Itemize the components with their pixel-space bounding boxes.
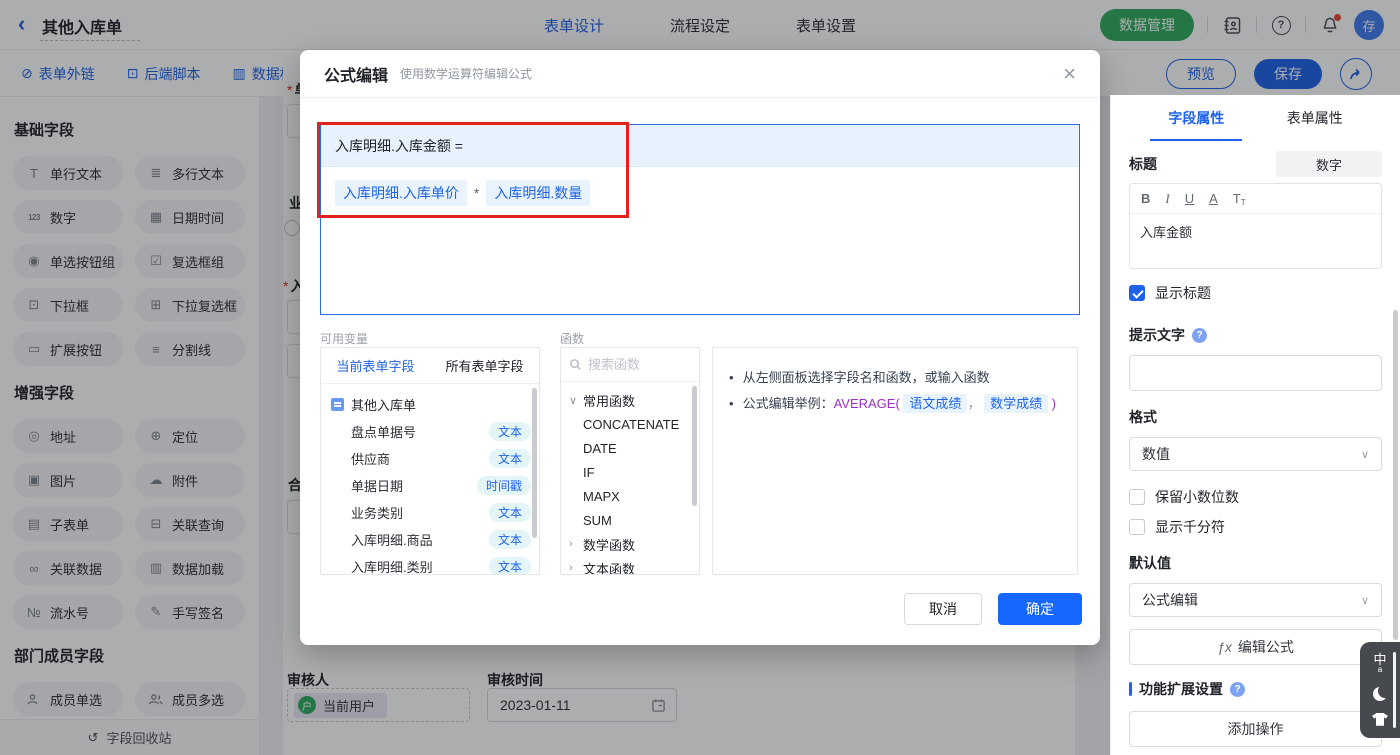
font-size-icon[interactable]: T	[1233, 191, 1246, 206]
form-doc-icon	[331, 398, 344, 411]
functions-section-label: 函数	[560, 332, 585, 346]
chevron-right-icon: ›	[569, 538, 573, 550]
function-group-math[interactable]: › 数学函数	[561, 532, 699, 556]
tab-form-properties[interactable]: 表单属性	[1287, 95, 1343, 141]
formula-edit-modal: 公式编辑 使用数学运算符编辑公式 × 入库明细.入库金额 = 入库明细.入库单价…	[300, 50, 1100, 645]
variables-section-label: 可用变量	[320, 332, 369, 346]
tip-line-2: • 公式编辑举例：AVERAGE( 语文成绩， 数学成绩 )	[729, 394, 1057, 413]
tips-panel: • 从左侧面板选择字段名和函数，或输入函数 • 公式编辑举例：AVERAGE( 语文…	[712, 347, 1078, 575]
tab-current-form-fields[interactable]: 当前表单字段	[321, 348, 430, 383]
field-type-tag[interactable]: 数字	[1276, 151, 1382, 177]
thousand-separator-checkbox[interactable]	[1129, 519, 1145, 535]
variable-row[interactable]: 业务类别 文本	[321, 499, 539, 526]
chevron-down-icon: ∨	[1360, 448, 1369, 461]
search-icon	[570, 359, 581, 370]
extension-settings-label: 功能扩展设置	[1139, 681, 1223, 697]
modal-subtitle: 使用数学运算符编辑公式	[400, 67, 533, 81]
title-value[interactable]: 入库金额	[1130, 214, 1381, 268]
function-group-text[interactable]: › 文本函数	[561, 556, 699, 575]
decimal-checkbox[interactable]	[1129, 489, 1145, 505]
section-accent-bar	[1129, 682, 1132, 696]
function-item[interactable]: DATE	[561, 436, 699, 460]
hint-text-input[interactable]	[1129, 355, 1382, 391]
variables-root-node[interactable]: 其他入库单	[321, 391, 539, 418]
scrollbar[interactable]	[532, 388, 537, 538]
variable-row[interactable]: 盘点单据号 文本	[321, 418, 539, 445]
type-badge: 文本	[488, 503, 531, 522]
modal-header: 公式编辑 使用数学运算符编辑公式 ×	[300, 50, 1100, 98]
edit-formula-button[interactable]: ƒx 编辑公式	[1129, 629, 1382, 665]
default-value-label: 默认值	[1129, 555, 1171, 571]
tab-all-form-fields[interactable]: 所有表单字段	[430, 348, 539, 383]
function-name-example: AVERAGE(	[833, 396, 900, 411]
hint-label: 提示文字	[1129, 327, 1185, 343]
type-badge: 文本	[488, 422, 531, 441]
formula-operator: *	[473, 185, 480, 201]
fx-icon: ƒx	[1217, 639, 1232, 655]
default-value-select[interactable]: 公式编辑 ∨	[1129, 583, 1382, 617]
variable-row[interactable]: 入库明细.类别 文本	[321, 553, 539, 574]
title-rich-editor[interactable]: B I U A T 入库金额	[1129, 183, 1382, 269]
theme-shirt-icon[interactable]	[1372, 712, 1388, 726]
function-item[interactable]: IF	[561, 460, 699, 484]
formula-editor[interactable]: 入库明细.入库金额 = 入库明细.入库单价 * 入库明细.数量	[320, 124, 1080, 315]
chevron-down-icon: ∨	[569, 394, 578, 407]
cancel-button[interactable]: 取消	[904, 593, 982, 625]
chevron-down-icon: ∨	[1360, 594, 1369, 607]
variables-panel: 当前表单字段 所有表单字段 其他入库单 盘点单据号 文本 供应商 文本 单据日期 时间…	[320, 347, 540, 575]
formula-lhs: 入库明细.入库金额 =	[321, 125, 1079, 167]
decimal-label: 保留小数位数	[1155, 489, 1239, 505]
underline-icon[interactable]: U	[1185, 191, 1194, 206]
format-select[interactable]: 数值 ∨	[1129, 437, 1382, 471]
properties-panel: 字段属性 表单属性 标题 数字 B I U A T 入库金额 显示标题	[1110, 95, 1400, 755]
add-action-button[interactable]: 添加操作	[1129, 711, 1382, 747]
type-badge: 时间戳	[476, 476, 531, 495]
modal-title: 公式编辑	[324, 67, 389, 85]
dark-mode-moon-icon[interactable]	[1373, 687, 1387, 701]
app-root: ‹ 其他入库单 表单设计 流程设定 表单设置 数据管理 ? 存 ⊘ 表单外链 ⊡…	[0, 0, 1400, 755]
type-badge: 文本	[488, 530, 531, 549]
tab-field-properties[interactable]: 字段属性	[1150, 95, 1243, 141]
type-badge: 文本	[488, 449, 531, 468]
function-group-common[interactable]: ∨ 常用函数	[561, 388, 699, 412]
variable-row[interactable]: 供应商 文本	[321, 445, 539, 472]
theme-float-widget: 中 a	[1360, 642, 1400, 738]
variable-row[interactable]: 单据日期 时间戳	[321, 472, 539, 499]
extension-help-icon[interactable]: ?	[1230, 681, 1245, 697]
bold-icon[interactable]: B	[1141, 191, 1150, 206]
thousand-separator-label: 显示千分符	[1155, 519, 1225, 535]
type-badge: 文本	[488, 557, 531, 574]
chevron-right-icon: ›	[569, 562, 573, 574]
function-item[interactable]: SUM	[561, 508, 699, 532]
function-item[interactable]: MAPX	[561, 484, 699, 508]
example-field-chip: 数学成绩	[984, 394, 1049, 413]
function-search-input[interactable]	[588, 357, 678, 372]
example-field-chip: 语文成绩	[903, 394, 968, 413]
functions-panel: ∨ 常用函数 CONCATENATE DATE IF MAPX SUM › 数学…	[560, 347, 700, 575]
editor-toolbar: B I U A T	[1130, 184, 1381, 214]
variable-row[interactable]: 入库明细.商品 文本	[321, 526, 539, 553]
tip-line-1: • 从左侧面板选择字段名和函数，或输入函数	[729, 370, 990, 385]
scrollbar[interactable]	[1393, 310, 1398, 640]
translate-icon[interactable]: 中 a	[1373, 653, 1386, 674]
function-item[interactable]: CONCATENATE	[561, 412, 699, 436]
title-label: 标题	[1129, 156, 1157, 172]
font-color-icon[interactable]: A	[1209, 191, 1218, 206]
format-label: 格式	[1129, 409, 1157, 425]
show-title-checkbox[interactable]	[1129, 285, 1145, 301]
formula-operand-chip[interactable]: 入库明细.入库单价	[335, 180, 467, 206]
show-title-label: 显示标题	[1155, 285, 1211, 301]
formula-operand-chip[interactable]: 入库明细.数量	[486, 180, 591, 206]
confirm-button[interactable]: 确定	[998, 593, 1082, 625]
italic-icon[interactable]: I	[1165, 191, 1169, 207]
close-icon[interactable]: ×	[1063, 62, 1076, 84]
scrollbar[interactable]	[692, 386, 697, 506]
hint-help-icon[interactable]: ?	[1192, 327, 1207, 343]
